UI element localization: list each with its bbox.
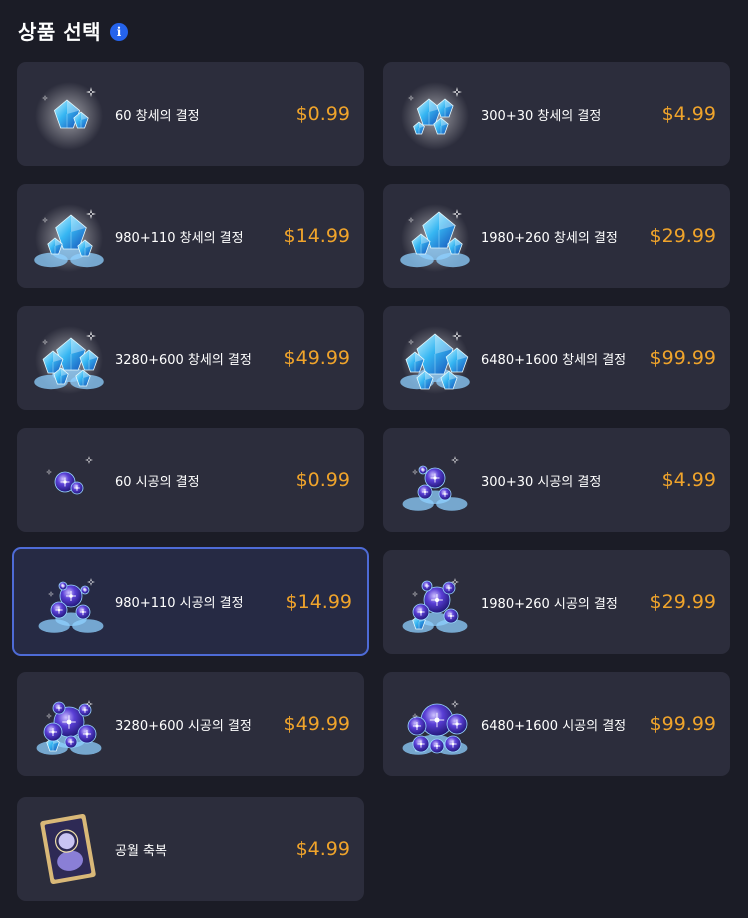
product-card[interactable]: 공월 축복 $4.99 (17, 797, 364, 901)
product-price: $4.99 (295, 838, 350, 860)
genesis-crystal-icon (400, 204, 470, 272)
spacetime-crystal-icon (402, 578, 468, 633)
product-card[interactable]: 300+30 시공의 결정 $4.99 (383, 428, 730, 532)
product-name: 1980+260 창세의 결정 (481, 230, 618, 246)
genesis-crystal-icon (400, 326, 470, 394)
product-card[interactable]: 60 시공의 결정 $0.99 (17, 428, 364, 532)
product-card[interactable]: 1980+260 창세의 결정 $29.99 (383, 184, 730, 288)
product-name: 6480+1600 시공의 결정 (481, 718, 627, 734)
genesis-crystal-icon (34, 326, 104, 394)
product-name: 60 창세의 결정 (115, 108, 200, 124)
genesis-crystal-icon (34, 204, 104, 272)
product-price: $0.99 (295, 103, 350, 125)
product-name: 1980+260 시공의 결정 (481, 596, 618, 612)
product-name: 6480+1600 창세의 결정 (481, 352, 627, 368)
product-card[interactable]: 60 창세의 결정 $0.99 (17, 62, 364, 166)
product-card[interactable]: 300+30 창세의 결정 $4.99 (383, 62, 730, 166)
spacetime-crystal-icon (46, 456, 93, 495)
product-card[interactable]: 980+110 창세의 결정 $14.99 (17, 184, 364, 288)
product-price: $4.99 (661, 469, 716, 491)
product-name: 980+110 창세의 결정 (115, 230, 244, 246)
product-price: $29.99 (649, 591, 716, 613)
spacetime-crystal-icon (402, 456, 468, 511)
product-name: 3280+600 시공의 결정 (115, 718, 252, 734)
blessing-card-icon (40, 813, 96, 885)
product-name: 980+110 시공의 결정 (115, 596, 244, 611)
product-name: 3280+600 창세의 결정 (115, 352, 252, 368)
product-name: 60 시공의 결정 (115, 474, 200, 490)
product-name: 300+30 시공의 결정 (481, 474, 602, 490)
spacetime-crystal-icon (38, 578, 104, 633)
product-price: $29.99 (649, 225, 716, 247)
spacetime-crystal-icon (402, 700, 468, 755)
product-price: $49.99 (283, 347, 350, 369)
product-name: 공월 축복 (115, 843, 167, 859)
product-price: $99.99 (649, 713, 716, 735)
spacetime-crystal-icon (36, 700, 102, 755)
product-name: 300+30 창세의 결정 (481, 108, 602, 124)
product-card-selected[interactable]: 980+110 시공의 결정 $14.99 (12, 547, 369, 656)
product-price: $14.99 (285, 590, 352, 613)
product-card[interactable]: 3280+600 시공의 결정 $49.99 (17, 672, 364, 776)
product-price: $99.99 (649, 347, 716, 369)
product-card[interactable]: 6480+1600 창세의 결정 $99.99 (383, 306, 730, 410)
product-price: $0.99 (295, 469, 350, 491)
product-card[interactable]: 1980+260 시공의 결정 $29.99 (383, 550, 730, 654)
genesis-crystal-icon (401, 82, 469, 150)
product-card[interactable]: 3280+600 창세의 결정 $49.99 (17, 306, 364, 410)
product-price: $4.99 (661, 103, 716, 125)
product-card[interactable]: 6480+1600 시공의 결정 $99.99 (383, 672, 730, 776)
product-grid: 60 창세의 결정 $0.99 300+30 창세의 결정 $4.99 980+… (0, 0, 748, 918)
product-price: $49.99 (283, 713, 350, 735)
genesis-crystal-icon (35, 82, 103, 150)
product-price: $14.99 (283, 225, 350, 247)
